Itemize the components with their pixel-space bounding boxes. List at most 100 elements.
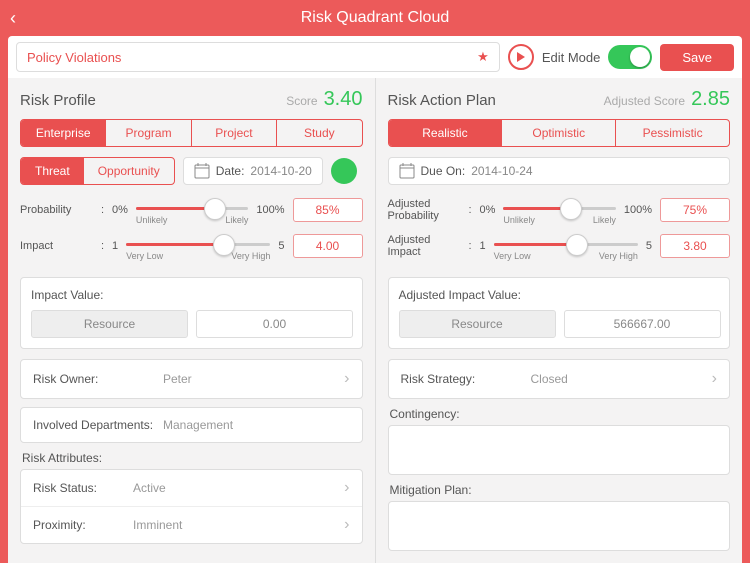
impact-label: Impact (20, 240, 82, 252)
date-value: 2014-10-20 (250, 164, 311, 178)
app-title: Risk Quadrant Cloud (301, 9, 450, 27)
adjusted-impact-value-title: Adjusted Impact Value: (399, 288, 720, 302)
adjusted-score-label: Adjusted Score (604, 94, 685, 108)
risk-strategy-label: Risk Strategy: (401, 372, 531, 386)
impact-slider[interactable]: Very Low Very High (126, 231, 270, 261)
adjusted-impact-label: Adjusted Impact (388, 234, 450, 258)
score-label: Score (286, 94, 317, 108)
proximity-row[interactable]: Proximity: Imminent › (21, 507, 362, 543)
adjusted-probability-value[interactable]: 75% (660, 198, 730, 222)
impact-resource-input[interactable] (31, 310, 188, 338)
adjusted-impact-low-tick: Very Low (494, 251, 531, 261)
tab-realistic[interactable]: Realistic (389, 120, 503, 146)
adjusted-impact-min: 1 (480, 240, 486, 252)
due-date-label: Due On: (421, 164, 466, 178)
adjusted-impact-amount-input[interactable] (564, 310, 721, 338)
proximity-value: Imminent (133, 518, 344, 532)
adjusted-impact-max: 5 (646, 240, 652, 252)
impact-min: 1 (112, 240, 118, 252)
chevron-right-icon: › (712, 370, 717, 388)
adjusted-impact-resource-input[interactable] (399, 310, 556, 338)
contingency-textarea[interactable] (388, 425, 731, 475)
tab-program[interactable]: Program (106, 120, 191, 146)
risk-title-text: Policy Violations (27, 50, 121, 65)
risk-title-field[interactable]: Policy Violations ★ (16, 42, 500, 72)
tab-pessimistic[interactable]: Pessimistic (616, 120, 729, 146)
adjusted-impact-colon: : (458, 240, 472, 252)
adjusted-impact-value-card: Adjusted Impact Value: (388, 277, 731, 349)
save-button[interactable]: Save (660, 44, 734, 71)
risk-owner-label: Risk Owner: (33, 372, 163, 386)
probability-high-tick: Likely (225, 215, 248, 225)
play-button[interactable] (508, 44, 534, 70)
score-value: 3.40 (324, 88, 363, 110)
risk-owner-value: Peter (163, 372, 344, 386)
tab-threat[interactable]: Threat (21, 158, 84, 184)
adjusted-probability-low-tick: Unlikely (503, 215, 535, 225)
risk-strategy-value: Closed (531, 372, 712, 386)
probability-low-tick: Unlikely (136, 215, 168, 225)
edit-mode-toggle[interactable] (608, 45, 652, 69)
probability-min: 0% (112, 204, 128, 216)
involved-departments-row[interactable]: Involved Departments: Management (20, 407, 363, 443)
risk-profile-title: Risk Profile (20, 92, 96, 109)
adjusted-impact-high-tick: Very High (599, 251, 638, 261)
adjusted-probability-slider[interactable]: Unlikely Likely (503, 195, 615, 225)
probability-label: Probability (20, 204, 82, 216)
proximity-label: Proximity: (33, 518, 133, 532)
adjusted-score-value: 2.85 (691, 88, 730, 110)
risk-strategy-row[interactable]: Risk Strategy: Closed › (388, 359, 731, 399)
probability-value[interactable]: 85% (293, 198, 363, 222)
tab-project[interactable]: Project (192, 120, 277, 146)
adjusted-impact-slider[interactable]: Very Low Very High (494, 231, 638, 261)
impact-colon: : (90, 240, 104, 252)
impact-max: 5 (278, 240, 284, 252)
back-button[interactable]: ‹ (10, 8, 16, 29)
risk-attributes-title: Risk Attributes: (22, 451, 363, 465)
tab-enterprise[interactable]: Enterprise (21, 120, 106, 146)
scenario-tabs: Realistic Optimistic Pessimistic (388, 119, 731, 147)
adjusted-impact-value[interactable]: 3.80 (660, 234, 730, 258)
involved-departments-label: Involved Departments: (33, 418, 163, 432)
chevron-right-icon: › (344, 370, 349, 388)
risk-status-row[interactable]: Risk Status: Active › (21, 470, 362, 507)
involved-departments-value: Management (163, 418, 350, 432)
probability-max: 100% (256, 204, 284, 216)
adjusted-probability-label: Adjusted Probability (388, 198, 450, 222)
impact-value-card: Impact Value: (20, 277, 363, 349)
tab-optimistic[interactable]: Optimistic (502, 120, 616, 146)
impact-amount-input[interactable] (196, 310, 353, 338)
adjusted-probability-max: 100% (624, 204, 652, 216)
adjusted-probability-high-tick: Likely (593, 215, 616, 225)
chevron-right-icon: › (344, 479, 349, 497)
adjusted-probability-colon: : (458, 204, 472, 216)
calendar-icon (399, 163, 415, 179)
impact-value-title: Impact Value: (31, 288, 352, 302)
tab-study[interactable]: Study (277, 120, 361, 146)
risk-status-value: Active (133, 481, 344, 495)
mitigation-textarea[interactable] (388, 501, 731, 551)
due-date-field[interactable]: Due On: 2014-10-24 (388, 157, 731, 185)
probability-slider[interactable]: Unlikely Likely (136, 195, 248, 225)
chevron-right-icon: › (344, 516, 349, 534)
date-field[interactable]: Date: 2014-10-20 (183, 157, 323, 185)
scope-tabs: Enterprise Program Project Study (20, 119, 363, 147)
edit-mode-label: Edit Mode (542, 50, 601, 65)
impact-value[interactable]: 4.00 (293, 234, 363, 258)
tab-opportunity[interactable]: Opportunity (84, 158, 174, 184)
adjusted-probability-min: 0% (480, 204, 496, 216)
date-label: Date: (216, 164, 245, 178)
due-date-value: 2014-10-24 (471, 164, 532, 178)
risk-status-label: Risk Status: (33, 481, 133, 495)
risk-action-plan-title: Risk Action Plan (388, 92, 496, 109)
threat-opportunity-tabs: Threat Opportunity (20, 157, 175, 185)
star-icon[interactable]: ★ (477, 49, 489, 65)
mitigation-label: Mitigation Plan: (390, 483, 731, 497)
impact-high-tick: Very High (231, 251, 270, 261)
status-indicator[interactable] (331, 158, 357, 184)
impact-low-tick: Very Low (126, 251, 163, 261)
probability-colon: : (90, 204, 104, 216)
risk-attributes-box: Risk Status: Active › Proximity: Imminen… (20, 469, 363, 544)
risk-owner-row[interactable]: Risk Owner: Peter › (20, 359, 363, 399)
calendar-icon (194, 163, 210, 179)
